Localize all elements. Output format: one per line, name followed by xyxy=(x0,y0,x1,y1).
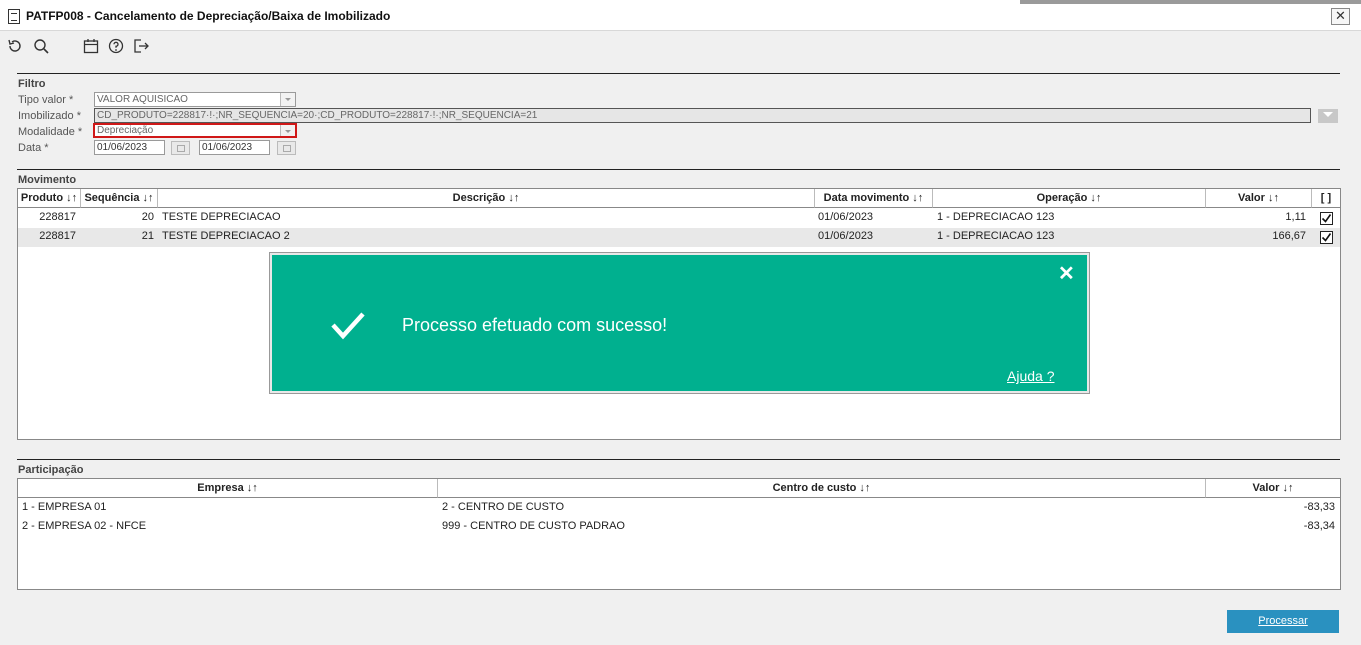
cell-empresa: 2 - EMPRESA 02 - NFCE xyxy=(22,520,147,532)
window-title: PATFP008 - Cancelamento de Depreciação/B… xyxy=(26,9,391,23)
tipo-valor-select[interactable]: VALOR AQUISICAO xyxy=(94,92,296,107)
participacao-divider xyxy=(17,459,1340,460)
imobilizado-label: Imobilizado * xyxy=(18,110,81,122)
help-icon[interactable] xyxy=(108,38,124,54)
close-icon[interactable]: ✕ xyxy=(1058,261,1075,286)
calendar-picker-icon[interactable] xyxy=(171,141,190,155)
check-icon xyxy=(330,307,366,343)
calendar-icon[interactable] xyxy=(83,38,99,54)
data-from-input[interactable]: 01/06/2023 xyxy=(94,140,165,155)
cell-produto: 228817 xyxy=(39,211,76,223)
document-icon xyxy=(8,9,20,24)
cell-empresa: 1 - EMPRESA 01 xyxy=(22,501,107,513)
col-header-descricao[interactable]: Descrição ↓↑ xyxy=(158,189,815,208)
cell-sequencia: 21 xyxy=(141,230,154,242)
row-checkbox[interactable] xyxy=(1320,212,1333,225)
cell-centro-custo: 999 - CENTRO DE CUSTO PADRAO xyxy=(442,520,625,532)
close-window-button[interactable]: ✕ xyxy=(1331,8,1350,25)
col-header-operacao[interactable]: Operação ↓↑ xyxy=(933,189,1206,208)
cell-descricao: TESTE DEPRECIACAO xyxy=(162,211,281,223)
modalidade-label: Modalidade * xyxy=(18,126,83,138)
participacao-section-title: Participação xyxy=(18,464,84,476)
row-checkbox[interactable] xyxy=(1320,231,1333,244)
movimento-divider xyxy=(17,169,1340,170)
filtro-divider xyxy=(17,73,1340,74)
imobilizado-value: CD_PRODUTO=228817·!·;NR_SEQUENCIA=20·;CD… xyxy=(97,110,538,121)
cell-valor: 1,11 xyxy=(1285,211,1306,223)
cell-data: 01/06/2023 xyxy=(818,230,874,242)
chevron-down-icon[interactable] xyxy=(280,125,295,136)
col-header-data-movimento[interactable]: Data movimento ↓↑ xyxy=(815,189,933,208)
cell-valor: -83,33 xyxy=(1303,501,1335,513)
window-titlebar: PATFP008 - Cancelamento de Depreciação/B… xyxy=(0,0,1361,31)
refresh-icon[interactable] xyxy=(7,38,23,54)
data-label: Data * xyxy=(18,142,49,154)
filtro-section-title: Filtro xyxy=(18,78,46,90)
col-header-empresa[interactable]: Empresa ↓↑ xyxy=(18,479,438,498)
cell-descricao: TESTE DEPRECIACAO 2 xyxy=(162,230,290,242)
col-header-centro-custo[interactable]: Centro de custo ↓↑ xyxy=(438,479,1206,498)
cell-sequencia: 20 xyxy=(141,211,154,223)
toolbar xyxy=(0,31,1361,61)
chevron-down-icon[interactable] xyxy=(280,93,295,106)
modalidade-select[interactable]: Depreciação xyxy=(93,123,297,138)
cell-operacao: 1 - DEPRECIACAO 123 xyxy=(937,211,1055,223)
success-toast: Processo efetuado com sucesso! ✕ Ajuda ? xyxy=(269,252,1090,394)
modalidade-value: Depreciação xyxy=(97,125,154,136)
titlebar-accent xyxy=(1020,0,1361,4)
participacao-grid: Empresa ↓↑ Centro de custo ↓↑ Valor ↓↑ 1… xyxy=(17,478,1341,590)
imobilizado-field[interactable]: CD_PRODUTO=228817·!·;NR_SEQUENCIA=20·;CD… xyxy=(94,108,1311,123)
col-header-sequencia[interactable]: Sequência ↓↑ xyxy=(81,189,158,208)
calendar-picker-icon[interactable] xyxy=(277,141,296,155)
col-header-select-all[interactable]: [ ] xyxy=(1312,189,1340,208)
cell-valor: 166,67 xyxy=(1272,230,1306,242)
col-header-valor[interactable]: Valor ↓↑ xyxy=(1206,189,1312,208)
cell-produto: 228817 xyxy=(39,230,76,242)
col-header-valor[interactable]: Valor ↓↑ xyxy=(1206,479,1340,498)
toast-message: Processo efetuado com sucesso! xyxy=(402,315,668,335)
filter-icon[interactable] xyxy=(1318,109,1338,123)
cell-centro-custo: 2 - CENTRO DE CUSTO xyxy=(442,501,565,513)
tipo-valor-value: VALOR AQUISICAO xyxy=(97,94,188,105)
search-icon[interactable] xyxy=(33,38,49,54)
cell-operacao: 1 - DEPRECIACAO 123 xyxy=(937,230,1055,242)
processar-button[interactable]: Processar xyxy=(1227,610,1339,633)
exit-icon[interactable] xyxy=(133,38,149,54)
help-link[interactable]: Ajuda ? xyxy=(1007,368,1054,384)
cell-valor: -83,34 xyxy=(1303,520,1335,532)
tipo-valor-label: Tipo valor * xyxy=(18,94,74,106)
movimento-section-title: Movimento xyxy=(18,174,77,186)
data-to-input[interactable]: 01/06/2023 xyxy=(199,140,270,155)
cell-data: 01/06/2023 xyxy=(818,211,874,223)
col-header-produto[interactable]: Produto ↓↑ xyxy=(18,189,81,208)
